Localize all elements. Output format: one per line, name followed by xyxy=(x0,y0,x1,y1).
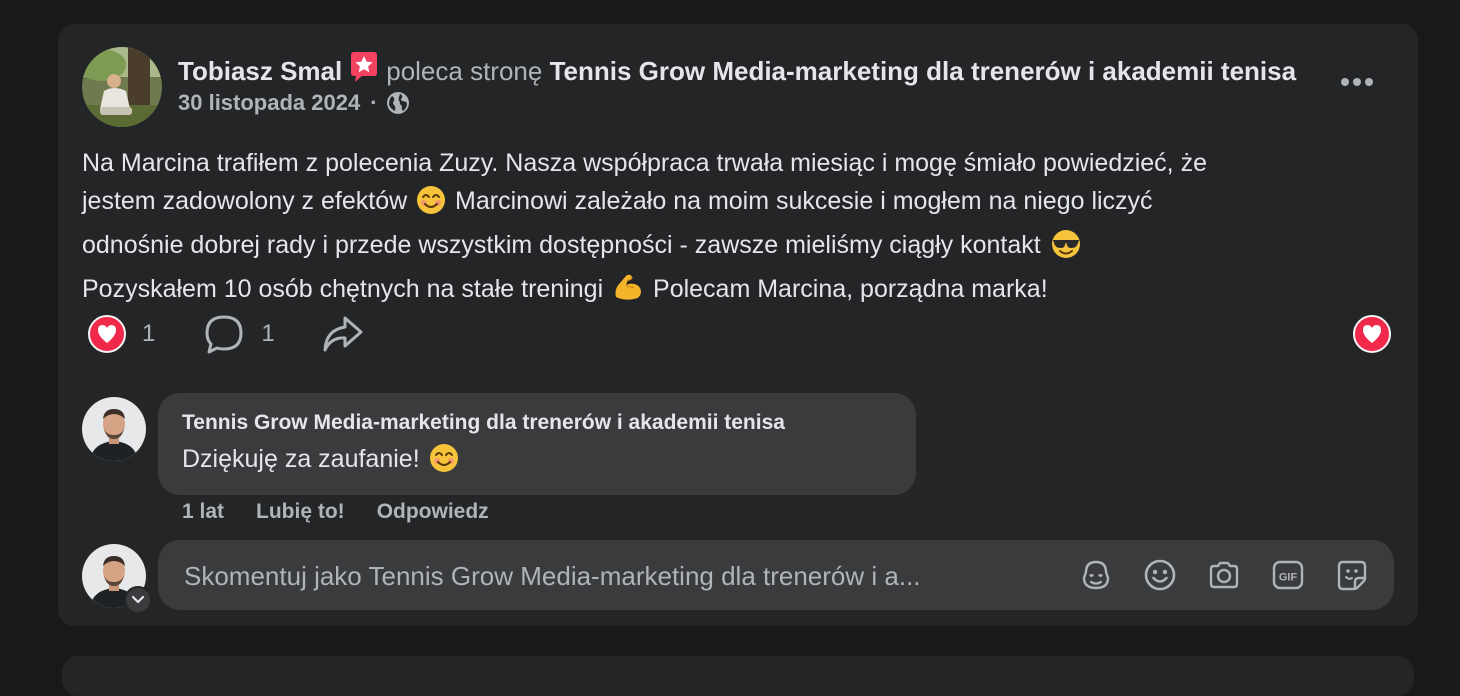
comment-bubble: Tennis Grow Media-marketing dla trenerów… xyxy=(158,393,916,495)
comment-icon xyxy=(203,313,245,355)
comment-meta: 1 lat Lubię to! Odpowiedz xyxy=(182,500,521,524)
post-body: Na Marcina trafiłem z polecenia Zuzy. Na… xyxy=(82,144,1402,314)
post-header: Tobiasz Smal poleca stronę Tennis Grow Me… xyxy=(178,51,1318,91)
page-name-link[interactable]: Tennis Grow Media-marketing dla trenerów… xyxy=(550,56,1297,86)
post-text-line: Na Marcina trafiłem z polecenia Zuzy. Na… xyxy=(82,149,1207,177)
commenter-avatar[interactable] xyxy=(82,397,146,461)
post-actions: 1 1 xyxy=(88,312,365,356)
reaction-count[interactable]: 1 xyxy=(88,315,155,353)
author-name[interactable]: Tobiasz Smal xyxy=(178,56,342,86)
avatar-sticker-icon[interactable] xyxy=(1078,557,1114,593)
sunglasses-face-emoji xyxy=(1050,229,1082,270)
smiling-face-emoji xyxy=(416,185,446,226)
more-options-button[interactable] xyxy=(1333,64,1381,100)
share-icon xyxy=(321,314,365,354)
post-date[interactable]: 30 listopada 2024 xyxy=(178,88,360,118)
camera-icon[interactable] xyxy=(1206,557,1242,593)
smiling-face-emoji xyxy=(429,443,459,480)
globe-icon[interactable] xyxy=(386,91,410,115)
flexed-biceps-emoji xyxy=(612,271,644,314)
comment-author[interactable]: Tennis Grow Media-marketing dla trenerów… xyxy=(182,411,785,435)
recommendation-star-icon xyxy=(348,51,380,91)
love-reaction-icon xyxy=(88,315,126,353)
comment-reply-button[interactable]: Odpowiedz xyxy=(377,500,489,524)
comment-text: Dziękuję za zaufanie! xyxy=(182,443,461,480)
reaction-count-value: 1 xyxy=(142,320,156,347)
gif-icon[interactable]: GIF xyxy=(1270,557,1306,593)
comment-time[interactable]: 1 lat xyxy=(182,500,224,524)
recommends-text: poleca stronę xyxy=(386,56,543,86)
comment-button[interactable]: 1 xyxy=(203,313,275,355)
identity-switch-chevron-down-icon[interactable] xyxy=(124,586,152,614)
emoji-icon[interactable] xyxy=(1142,557,1178,593)
review-post-card: Tobiasz Smal poleca stronę Tennis Grow Me… xyxy=(58,24,1418,626)
post-text-line: jestem zadowolony z efektów Marcinowi za… xyxy=(82,182,1402,226)
comment-like-button[interactable]: Lubię to! xyxy=(256,500,345,524)
comment-count-value: 1 xyxy=(261,320,275,347)
meta-separator: · xyxy=(370,90,378,115)
author-avatar[interactable] xyxy=(82,47,162,127)
sticker-icon[interactable] xyxy=(1334,557,1370,593)
comment-input[interactable] xyxy=(182,554,1066,598)
composer-tools: GIF xyxy=(1078,557,1370,593)
svg-text:GIF: GIF xyxy=(1279,572,1298,584)
post-meta: 30 listopada 2024 · xyxy=(178,88,410,118)
next-post-card xyxy=(62,656,1414,696)
share-button[interactable] xyxy=(321,314,365,354)
love-reaction-button[interactable] xyxy=(1352,314,1392,354)
post-text-line: Pozyskałem 10 osób chętnych na stałe tre… xyxy=(82,270,1402,314)
post-text-line: odnośnie dobrej rady i przede wszystkim … xyxy=(82,226,1402,270)
comment-composer: GIF xyxy=(158,540,1394,610)
